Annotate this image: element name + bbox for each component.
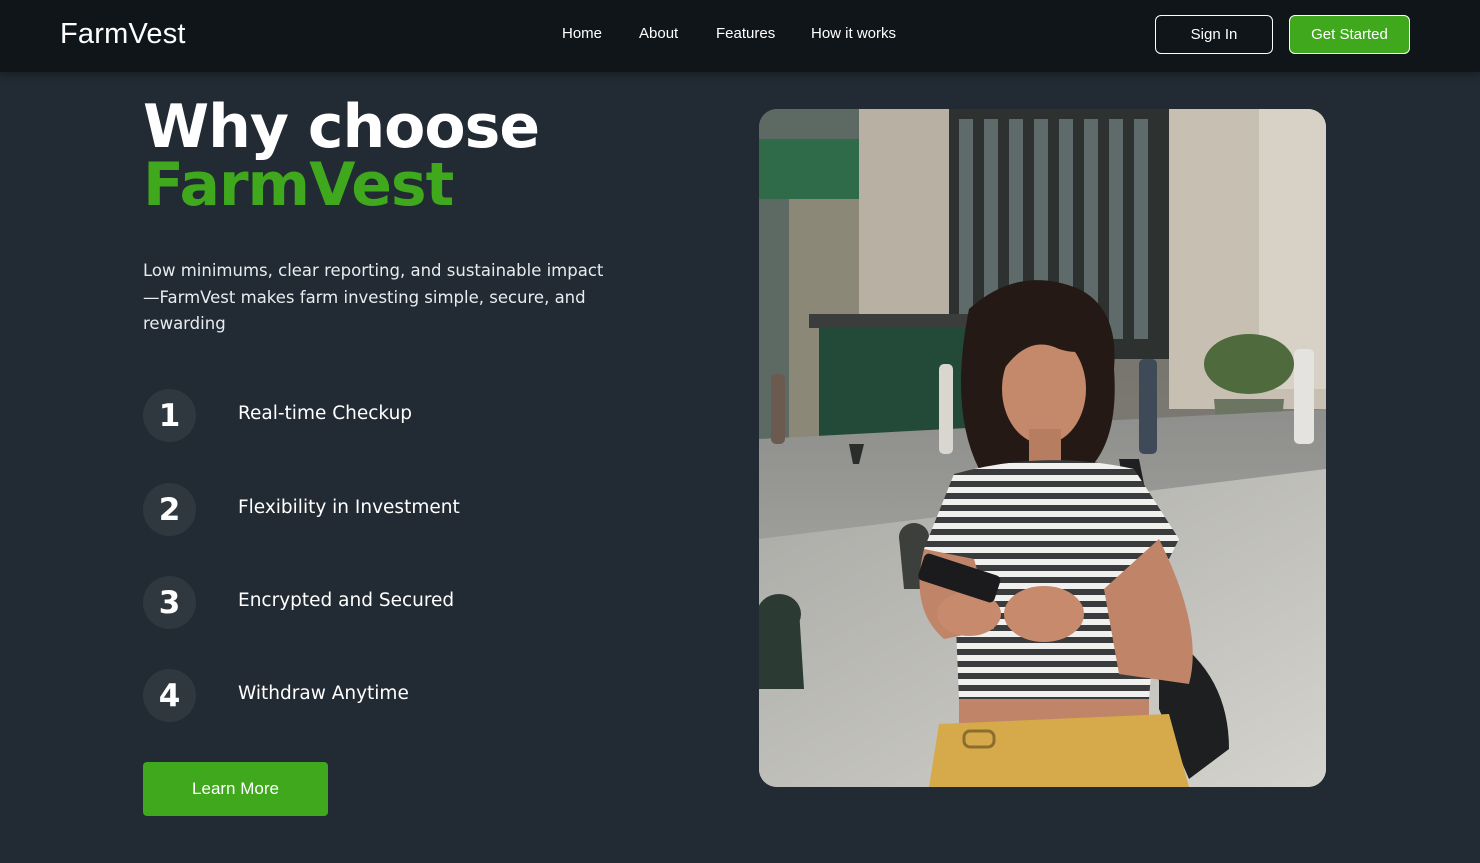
feature-item-1: 1 Real-time Checkup: [143, 389, 563, 442]
nav-link-features[interactable]: Features: [716, 25, 775, 42]
nav-link-home[interactable]: Home: [562, 25, 602, 42]
feature-number-badge: 4: [143, 669, 196, 722]
brand-logo[interactable]: FarmVest: [60, 18, 186, 51]
feature-number-badge: 1: [143, 389, 196, 442]
get-started-button[interactable]: Get Started: [1289, 15, 1410, 54]
hero-description: Low minimums, clear reporting, and susta…: [143, 261, 604, 333]
feature-number-badge: 3: [143, 576, 196, 629]
feature-item-4: 4 Withdraw Anytime: [143, 669, 563, 722]
hero-title-line1: Why choose: [143, 92, 540, 162]
feature-label: Withdraw Anytime: [238, 683, 409, 704]
feature-label: Flexibility in Investment: [238, 497, 460, 518]
hero-title: Why choose FarmVest: [143, 92, 540, 220]
nav-link-how-it-works[interactable]: How it works: [811, 25, 896, 42]
hero-title-brand: FarmVest: [143, 150, 454, 220]
feature-item-2: 2 Flexibility in Investment: [143, 483, 563, 536]
learn-more-button[interactable]: Learn More: [143, 762, 328, 816]
sign-in-button[interactable]: Sign In: [1155, 15, 1273, 54]
navbar: FarmVest Home About Features How it work…: [0, 0, 1480, 72]
hero-photo: [759, 109, 1326, 787]
nav-link-about[interactable]: About: [639, 25, 678, 42]
feature-number-badge: 2: [143, 483, 196, 536]
feature-item-3: 3 Encrypted and Secured: [143, 576, 563, 629]
feature-label: Encrypted and Secured: [238, 590, 455, 611]
feature-label: Real-time Checkup: [238, 403, 413, 424]
